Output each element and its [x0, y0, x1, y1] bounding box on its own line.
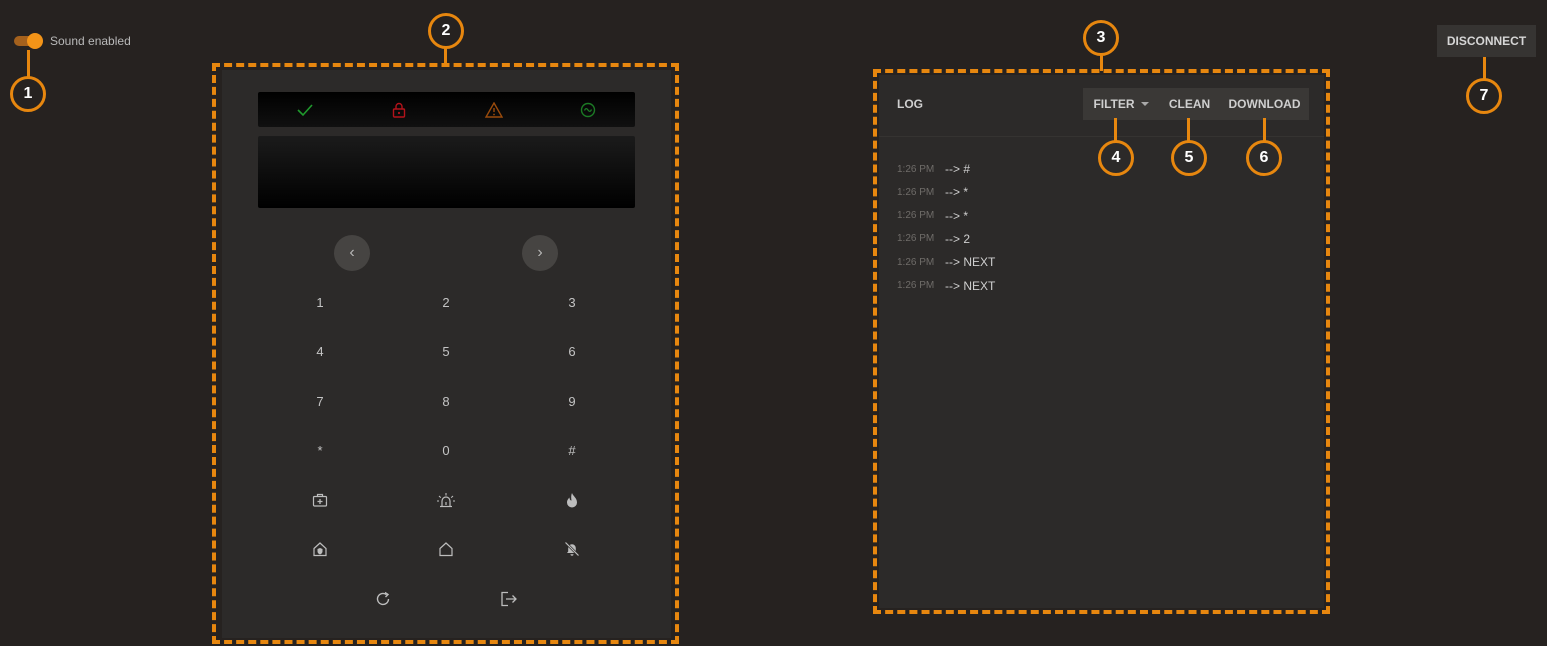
log-entry-message: --> # — [945, 162, 971, 176]
log-entry-time: 1:26 PM — [897, 233, 935, 245]
callout-1: 1 — [10, 76, 46, 112]
medical-panic-button[interactable] — [290, 485, 350, 515]
power-icon — [541, 102, 635, 118]
next-button[interactable]: › — [522, 235, 558, 271]
callout-stem — [27, 50, 30, 78]
fire-icon — [567, 493, 577, 508]
log-entry-message: --> 2 — [945, 231, 971, 246]
filter-label: FILTER — [1093, 97, 1135, 111]
callout-stem — [444, 47, 447, 65]
key-9[interactable]: 9 — [542, 386, 602, 416]
download-button[interactable]: DOWNLOAD — [1220, 88, 1309, 120]
log-entry-message: --> NEXT — [945, 278, 996, 293]
log-entry-time: 1:26 PM — [897, 186, 935, 198]
sound-toggle-label: Sound enabled — [50, 34, 131, 48]
home-icon — [439, 542, 453, 557]
disconnect-button[interactable]: DISCONNECT — [1437, 25, 1536, 57]
log-entry-message: --> * — [945, 208, 969, 223]
key-5[interactable]: 5 — [416, 336, 476, 366]
arm-stay-button[interactable] — [290, 534, 350, 564]
callout-3: 3 — [1083, 20, 1119, 56]
log-entry-time: 1:26 PM — [897, 163, 935, 175]
refresh-icon — [376, 591, 390, 606]
filter-button[interactable]: FILTER — [1083, 88, 1159, 120]
callout-stem — [1114, 118, 1117, 142]
lock-icon — [352, 102, 446, 118]
status-led-strip — [258, 92, 635, 127]
log-title: LOG — [897, 97, 923, 111]
key-2[interactable]: 2 — [416, 287, 476, 317]
callout-7: 7 — [1466, 78, 1502, 114]
fire-panic-button[interactable] — [542, 485, 602, 515]
key-1[interactable]: 1 — [290, 287, 350, 317]
callout-2: 2 — [428, 13, 464, 49]
caret-down-icon — [1140, 102, 1149, 106]
exit-button[interactable] — [479, 584, 539, 614]
callout-stem — [1483, 57, 1486, 79]
warning-icon — [447, 101, 541, 118]
refresh-button[interactable] — [353, 584, 413, 614]
log-entry-message: --> NEXT — [945, 255, 996, 270]
callout-6: 6 — [1246, 140, 1282, 176]
toggle-thumb — [27, 33, 43, 49]
log-entry-message: --> * — [945, 185, 969, 200]
alarm-siren-icon — [437, 493, 455, 508]
log-entry: 1:26 PM --> # — [897, 161, 970, 177]
home-button[interactable] — [416, 534, 476, 564]
key-4[interactable]: 4 — [290, 336, 350, 366]
log-entry-time: 1:26 PM — [897, 210, 935, 222]
key-8[interactable]: 8 — [416, 386, 476, 416]
bell-off-icon — [564, 541, 580, 557]
key-3[interactable]: 3 — [542, 287, 602, 317]
prev-button[interactable]: ‹ — [334, 235, 370, 271]
medical-icon — [312, 493, 328, 507]
callout-5: 5 — [1171, 140, 1207, 176]
log-entry: 1:26 PM --> * — [897, 184, 968, 200]
callout-stem — [1263, 118, 1266, 142]
log-entry: 1:26 PM --> * — [897, 208, 968, 224]
log-entry-time: 1:26 PM — [897, 256, 935, 268]
alarm-panic-button[interactable] — [416, 485, 476, 515]
log-entry: 1:26 PM --> 2 — [897, 231, 970, 247]
callout-4: 4 — [1098, 140, 1134, 176]
log-entry: 1:26 PM --> NEXT — [897, 278, 995, 294]
keypad-display — [258, 136, 635, 208]
exit-icon — [501, 591, 517, 607]
clean-button[interactable]: CLEAN — [1159, 88, 1220, 120]
log-entry-time: 1:26 PM — [897, 280, 935, 291]
callout-stem — [1100, 54, 1103, 71]
key-0[interactable]: 0 — [416, 435, 476, 465]
home-shield-icon — [313, 542, 327, 557]
key-6[interactable]: 6 — [542, 336, 602, 366]
callout-stem — [1187, 118, 1190, 142]
check-icon — [258, 103, 352, 117]
silence-button[interactable] — [542, 534, 602, 564]
key-7[interactable]: 7 — [290, 386, 350, 416]
keypad-panel: ‹ › 1 2 3 4 5 6 7 8 9 * 0 # — [222, 70, 671, 638]
log-entry: 1:26 PM --> NEXT — [897, 254, 995, 270]
key-star[interactable]: * — [290, 435, 350, 465]
key-hash[interactable]: # — [542, 435, 602, 465]
sound-toggle[interactable] — [14, 33, 44, 49]
log-header: LOG FILTER CLEAN DOWNLOAD — [879, 75, 1324, 137]
